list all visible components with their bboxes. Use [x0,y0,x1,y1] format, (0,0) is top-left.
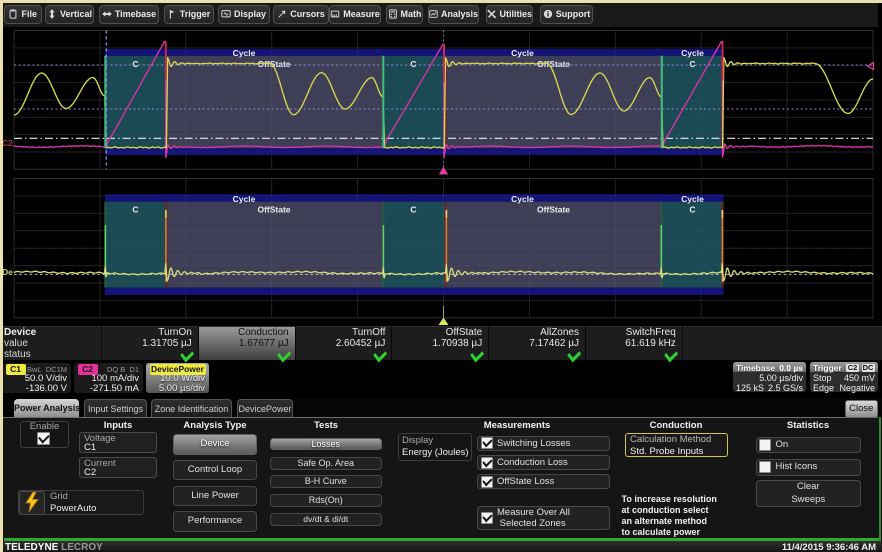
svg-text:Cycle: Cycle [233,48,256,58]
svg-text:C2: C2 [2,138,13,148]
svg-text:C: C [689,205,695,215]
svg-text:OffState: OffState [537,205,570,215]
svg-text:Cycle: Cycle [511,48,534,58]
svg-text:Cycle: Cycle [681,194,704,204]
svg-text:Cycle: Cycle [681,48,704,58]
svg-text:C: C [132,59,138,69]
svg-text:C: C [689,59,695,69]
svg-text:C: C [410,59,416,69]
svg-text:C: C [410,205,416,215]
svg-text:Cycle: Cycle [511,194,534,204]
svg-text:C: C [132,205,138,215]
svg-text:Cycle: Cycle [233,194,256,204]
svg-text:De: De [2,267,13,277]
svg-text:OffState: OffState [257,205,290,215]
